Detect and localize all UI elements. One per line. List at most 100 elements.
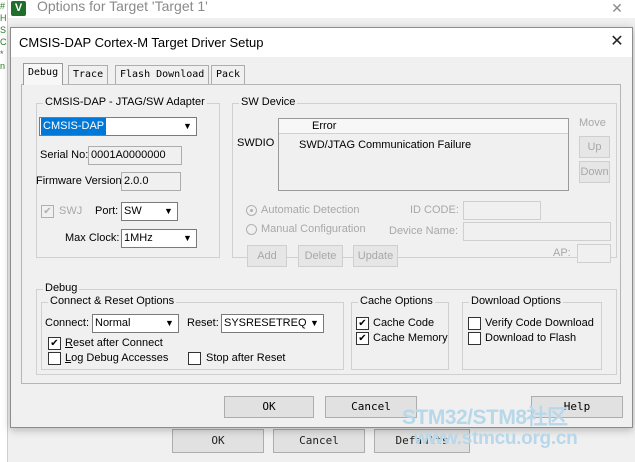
manual-configuration-label: Manual Configuration — [261, 223, 366, 235]
checkmark-icon: ✔ — [358, 318, 367, 329]
connect-select[interactable]: Normal ▼ — [92, 314, 179, 333]
strip-char: C — [0, 37, 7, 47]
chevron-down-icon: ▼ — [310, 318, 319, 328]
download-to-flash-checkbox[interactable] — [468, 332, 481, 345]
ok-button[interactable]: OK — [224, 396, 314, 418]
editor-left-strip: # H S C * n — [0, 0, 8, 462]
stop-after-reset-label: Stop after Reset — [206, 352, 286, 364]
watermark-line2: www.stmcu.org.cn — [414, 428, 578, 449]
max-clock-value: 1MHz — [124, 232, 153, 244]
max-clock-label: Max Clock: — [65, 232, 120, 244]
options-ok-button[interactable]: OK — [172, 429, 264, 453]
close-icon[interactable]: ✕ — [605, 31, 629, 53]
target-driver-setup-dialog: CMSIS-DAP Cortex-M Target Driver Setup ✕… — [10, 27, 633, 428]
reset-after-connect-label: Reset after Connect — [65, 337, 163, 349]
adapter-group: CMSIS-DAP - JTAG/SW Adapter CMSIS-DAP ▼ … — [36, 96, 220, 258]
adapter-select[interactable]: CMSIS-DAP ▼ — [39, 117, 197, 136]
error-message: SWD/JTAG Communication Failure — [299, 139, 472, 151]
firmware-label: Firmware Version: — [36, 175, 125, 187]
tab-debug[interactable]: Debug — [23, 63, 64, 85]
move-label: Move — [579, 117, 606, 129]
dialog-title: CMSIS-DAP Cortex-M Target Driver Setup — [19, 35, 264, 50]
manual-configuration-radio[interactable] — [246, 224, 257, 235]
sw-device-list-header: Error — [279, 119, 568, 134]
checkmark-icon: ✔ — [50, 338, 59, 349]
delete-button[interactable]: Delete — [298, 245, 343, 267]
max-clock-select[interactable]: 1MHz ▼ — [121, 229, 197, 248]
swj-label: SWJ — [59, 205, 83, 217]
strip-char: # — [0, 1, 6, 11]
strip-char: S — [0, 25, 7, 35]
debug-group-label: Debug — [43, 282, 80, 294]
download-options-group: Download Options Verify Code Download Do… — [462, 295, 602, 370]
download-options-group-label: Download Options — [469, 295, 563, 307]
options-close-icon[interactable]: ✕ — [605, 0, 629, 17]
ap-label: AP: — [553, 247, 571, 259]
reset-label: Reset: — [187, 317, 219, 329]
automatic-detection-label: Automatic Detection — [261, 204, 360, 216]
reset-select-value: SYSRESETREQ — [224, 317, 307, 329]
port-select[interactable]: SW ▼ — [121, 202, 178, 221]
strip-char: H — [0, 13, 7, 23]
cache-options-group: Cache Options ✔ Cache Code ✔ Cache Memor… — [351, 295, 449, 370]
dialog-titlebar: CMSIS-DAP Cortex-M Target Driver Setup ✕ — [11, 28, 632, 57]
verify-code-download-label: Verify Code Download — [485, 317, 594, 329]
automatic-detection-radio[interactable] — [246, 205, 257, 216]
sw-device-group-label: SW Device — [239, 96, 298, 108]
strip-char: n — [0, 61, 6, 71]
cache-options-group-label: Cache Options — [358, 295, 435, 307]
port-select-value: SW — [124, 205, 142, 217]
download-to-flash-label: Download to Flash — [485, 332, 577, 344]
adapter-group-label: CMSIS-DAP - JTAG/SW Adapter — [43, 96, 207, 108]
tab-flash-download[interactable]: Flash Download — [115, 65, 210, 85]
ap-field[interactable] — [577, 244, 611, 263]
keil-logo-icon: V — [11, 1, 26, 16]
chevron-down-icon: ▼ — [183, 121, 192, 131]
device-name-label: Device Name: — [389, 225, 459, 237]
watermark-line1: STM32/STM8社区 — [402, 406, 568, 429]
firmware-version-field: 2.0.0 — [121, 172, 181, 191]
cache-code-checkbox[interactable]: ✔ — [356, 317, 369, 330]
swdio-label: SWDIO — [237, 137, 275, 149]
chevron-down-icon: ▼ — [183, 233, 192, 243]
log-debug-accesses-checkbox[interactable] — [48, 352, 61, 365]
sw-device-group: SW Device SWDIO Error SWD/JTAG Communica… — [232, 96, 617, 267]
port-label: Port: — [95, 205, 119, 217]
tab-trace[interactable]: Trace — [68, 65, 109, 85]
error-column-header: Error — [312, 120, 337, 132]
checkmark-icon: ✔ — [358, 333, 367, 344]
verify-code-download-checkbox[interactable] — [468, 317, 481, 330]
tab-pack[interactable]: Pack — [211, 65, 246, 85]
id-code-field[interactable] — [463, 201, 541, 220]
connect-reset-group: Connect & Reset Options Connect: Normal … — [41, 295, 344, 370]
connect-select-value: Normal — [95, 317, 131, 329]
cache-code-label: Cache Code — [373, 317, 435, 329]
swj-checkbox[interactable]: ✔ — [41, 205, 54, 218]
debug-group: Debug Connect & Reset Options Connect: N… — [36, 282, 617, 375]
options-window-title: Options for Target 'Target 1' — [37, 0, 208, 14]
debug-tab-panel: CMSIS-DAP - JTAG/SW Adapter CMSIS-DAP ▼ … — [21, 84, 621, 384]
update-button[interactable]: Update — [353, 245, 398, 267]
move-up-button[interactable]: Up — [579, 136, 610, 158]
sw-device-list[interactable]: Error SWD/JTAG Communication Failure — [278, 118, 569, 191]
chevron-down-icon: ▼ — [165, 318, 174, 328]
serial-number-field: 0001A0000000 — [88, 146, 182, 165]
cache-memory-label: Cache Memory — [373, 332, 448, 344]
move-down-button[interactable]: Down — [579, 161, 610, 183]
adapter-select-value: CMSIS-DAP — [41, 118, 107, 135]
reset-select[interactable]: SYSRESETREQ ▼ — [221, 314, 324, 333]
serial-label: Serial No: — [40, 149, 89, 161]
log-debug-accesses-label: Log Debug Accesses — [65, 352, 169, 364]
stop-after-reset-checkbox[interactable] — [188, 352, 201, 365]
checkmark-icon: ✔ — [43, 206, 52, 217]
add-button[interactable]: Add — [247, 245, 287, 267]
connect-reset-group-label: Connect & Reset Options — [48, 295, 177, 307]
strip-char: * — [0, 49, 4, 59]
cache-memory-checkbox[interactable]: ✔ — [356, 332, 369, 345]
id-code-label: ID CODE: — [410, 204, 459, 216]
reset-after-connect-checkbox[interactable]: ✔ — [48, 337, 61, 350]
connect-label: Connect: — [45, 317, 90, 329]
chevron-down-icon: ▼ — [164, 206, 173, 216]
options-cancel-button[interactable]: Cancel — [273, 429, 365, 453]
device-name-field[interactable] — [463, 222, 611, 241]
